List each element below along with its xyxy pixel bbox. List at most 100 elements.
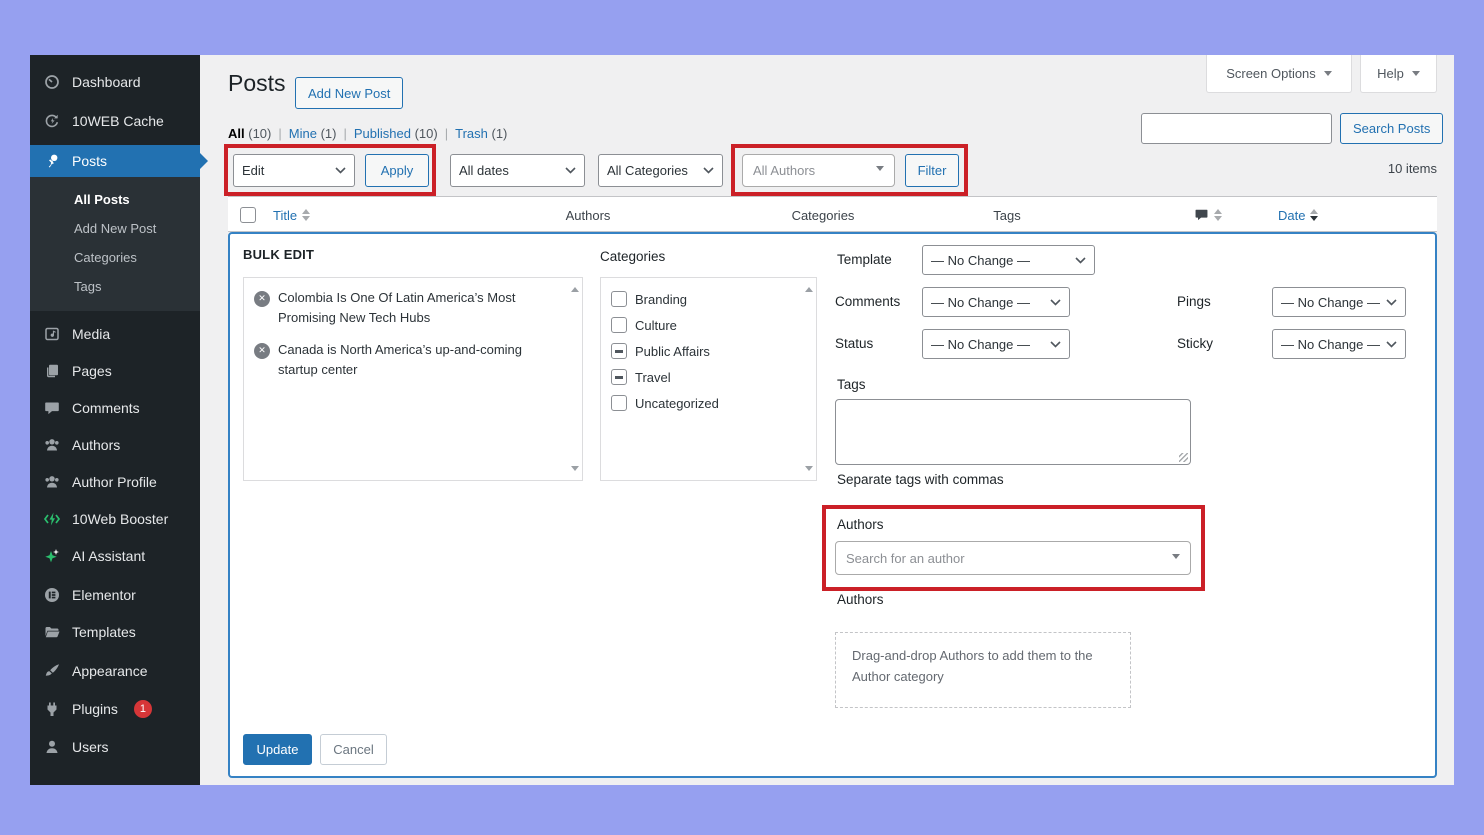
category-checkbox[interactable] <box>611 369 627 385</box>
sidebar-item-elementor[interactable]: Elementor <box>30 582 200 608</box>
comments-select[interactable]: — No Change — <box>922 287 1070 317</box>
bulk-actions-select[interactable]: Edit <box>233 154 355 187</box>
screen-options-tab[interactable]: Screen Options <box>1206 55 1352 93</box>
author-search-combobox[interactable]: Search for an author <box>835 541 1191 575</box>
selected-post-item: ✕ Canada is North America’s up-and-comin… <box>244 334 582 386</box>
category-checkbox[interactable] <box>611 343 627 359</box>
comments-icon <box>42 400 62 416</box>
apply-button[interactable]: Apply <box>365 154 429 187</box>
sidebar-item-posts[interactable]: Posts <box>30 145 200 177</box>
view-separator: | <box>278 126 282 141</box>
category-item: Public Affairs <box>601 338 816 364</box>
sidebar-item-label: Elementor <box>72 587 136 603</box>
sidebar-item-media[interactable]: Media <box>30 321 200 347</box>
authors-filter-placeholder: All Authors <box>753 163 816 178</box>
authors-filter-combobox[interactable]: All Authors <box>742 154 895 187</box>
scroll-up-icon[interactable] <box>571 283 579 292</box>
dates-filter-select[interactable]: All dates <box>450 154 585 187</box>
sidebar-item-label: Authors <box>72 437 121 453</box>
category-checkbox[interactable] <box>611 291 627 307</box>
bulk-edit-panel: BULK EDIT ✕ Colombia Is One Of Latin Ame… <box>228 232 1437 778</box>
submenu-item-all-posts[interactable]: All Posts <box>30 185 200 214</box>
cancel-label: Cancel <box>333 742 374 757</box>
sidebar-item-label: Posts <box>72 153 108 169</box>
tags-textarea[interactable] <box>835 399 1191 465</box>
categories-list-label: Categories <box>600 249 666 264</box>
sidebar-item-ai-assistant[interactable]: AI Assistant <box>30 543 200 569</box>
add-new-post-button[interactable]: Add New Post <box>295 77 404 109</box>
sidebar-item-dashboard[interactable]: Dashboard <box>30 69 200 95</box>
sidebar-item-label: Pages <box>72 363 112 379</box>
pages-icon <box>42 363 62 379</box>
view-published-count: (10) <box>414 126 438 141</box>
submenu-item-tags[interactable]: Tags <box>30 272 200 301</box>
template-label: Template <box>837 252 892 267</box>
submenu-item-add-new-post[interactable]: Add New Post <box>30 214 200 243</box>
chevron-down-icon <box>1386 340 1397 348</box>
remove-post-icon[interactable]: ✕ <box>254 343 270 360</box>
help-tab[interactable]: Help <box>1360 55 1437 93</box>
resize-handle[interactable] <box>1179 453 1188 462</box>
select-all-checkbox[interactable] <box>240 207 256 223</box>
sidebar-item-author-profile[interactable]: Author Profile <box>30 469 200 495</box>
sidebar-item-users[interactable]: Users <box>30 734 200 760</box>
category-checkbox[interactable] <box>611 395 627 411</box>
scroll-down-icon[interactable] <box>571 466 579 475</box>
search-posts-input[interactable] <box>1141 113 1332 144</box>
category-label: Culture <box>635 317 677 333</box>
brush-icon <box>42 663 62 679</box>
sticky-label: Sticky <box>1177 336 1214 351</box>
view-trash-link[interactable]: Trash <box>455 126 488 141</box>
update-button[interactable]: Update <box>243 734 312 765</box>
page-title: Posts <box>228 70 286 96</box>
bulk-edit-title: BULK EDIT <box>243 247 315 262</box>
column-header-tags: Tags <box>993 207 1021 223</box>
selected-posts-list: ✕ Colombia Is One Of Latin America’s Mos… <box>243 277 583 481</box>
template-select[interactable]: — No Change — <box>922 245 1095 275</box>
categories-checklist: Branding Culture Public Affairs Travel U… <box>600 277 817 481</box>
cancel-button[interactable]: Cancel <box>320 734 387 765</box>
sticky-select[interactable]: — No Change — <box>1272 329 1406 359</box>
wordpress-admin-window: Dashboard 10WEB Cache Posts All Posts Ad… <box>30 55 1454 785</box>
chevron-down-icon <box>1075 256 1086 264</box>
categories-filter-select[interactable]: All Categories <box>598 154 723 187</box>
column-header-date[interactable]: Date <box>1278 197 1319 233</box>
column-header-authors: Authors <box>565 207 611 223</box>
screen-options-label: Screen Options <box>1226 66 1316 81</box>
sidebar-item-pages[interactable]: Pages <box>30 358 200 384</box>
pings-select[interactable]: — No Change — <box>1272 287 1406 317</box>
column-header-comments[interactable] <box>1194 197 1222 233</box>
filter-button[interactable]: Filter <box>905 154 959 187</box>
chevron-down-icon <box>1323 71 1332 80</box>
sidebar-item-comments[interactable]: Comments <box>30 395 200 421</box>
sidebar-item-10web-booster[interactable]: 10Web Booster <box>30 506 200 532</box>
view-published-link[interactable]: Published <box>354 126 411 141</box>
group-icon <box>42 437 62 453</box>
sidebar-item-10web-cache[interactable]: 10WEB Cache <box>30 108 200 134</box>
view-all-link[interactable]: All <box>228 126 245 141</box>
scroll-down-icon[interactable] <box>805 466 813 475</box>
sidebar-item-authors[interactable]: Authors <box>30 432 200 458</box>
view-all-count: (10) <box>248 126 272 141</box>
submenu-item-categories[interactable]: Categories <box>30 243 200 272</box>
sidebar-item-plugins[interactable]: Plugins 1 <box>30 695 200 723</box>
elementor-icon <box>42 587 62 603</box>
view-mine-link[interactable]: Mine <box>289 126 317 141</box>
remove-post-icon[interactable]: ✕ <box>254 291 270 307</box>
sidebar-item-appearance[interactable]: Appearance <box>30 658 200 684</box>
tags-hint: Separate tags with commas <box>837 472 1004 487</box>
search-posts-button[interactable]: Search Posts <box>1340 113 1444 144</box>
media-icon <box>42 326 62 342</box>
scroll-up-icon[interactable] <box>805 283 813 292</box>
sidebar-item-templates[interactable]: Templates <box>30 619 200 645</box>
dates-selected-value: All dates <box>459 163 509 178</box>
status-select[interactable]: — No Change — <box>922 329 1070 359</box>
authors-dropzone[interactable]: Drag-and-drop Authors to add them to the… <box>835 632 1131 708</box>
sidebar-item-label: Comments <box>72 400 140 416</box>
main-content: Screen Options Help Posts Add New Post A… <box>200 55 1454 785</box>
category-checkbox[interactable] <box>611 317 627 333</box>
pushpin-icon <box>42 153 62 169</box>
view-separator: | <box>343 126 347 141</box>
column-header-title[interactable]: Title <box>273 197 311 233</box>
category-item: Culture <box>601 312 816 338</box>
